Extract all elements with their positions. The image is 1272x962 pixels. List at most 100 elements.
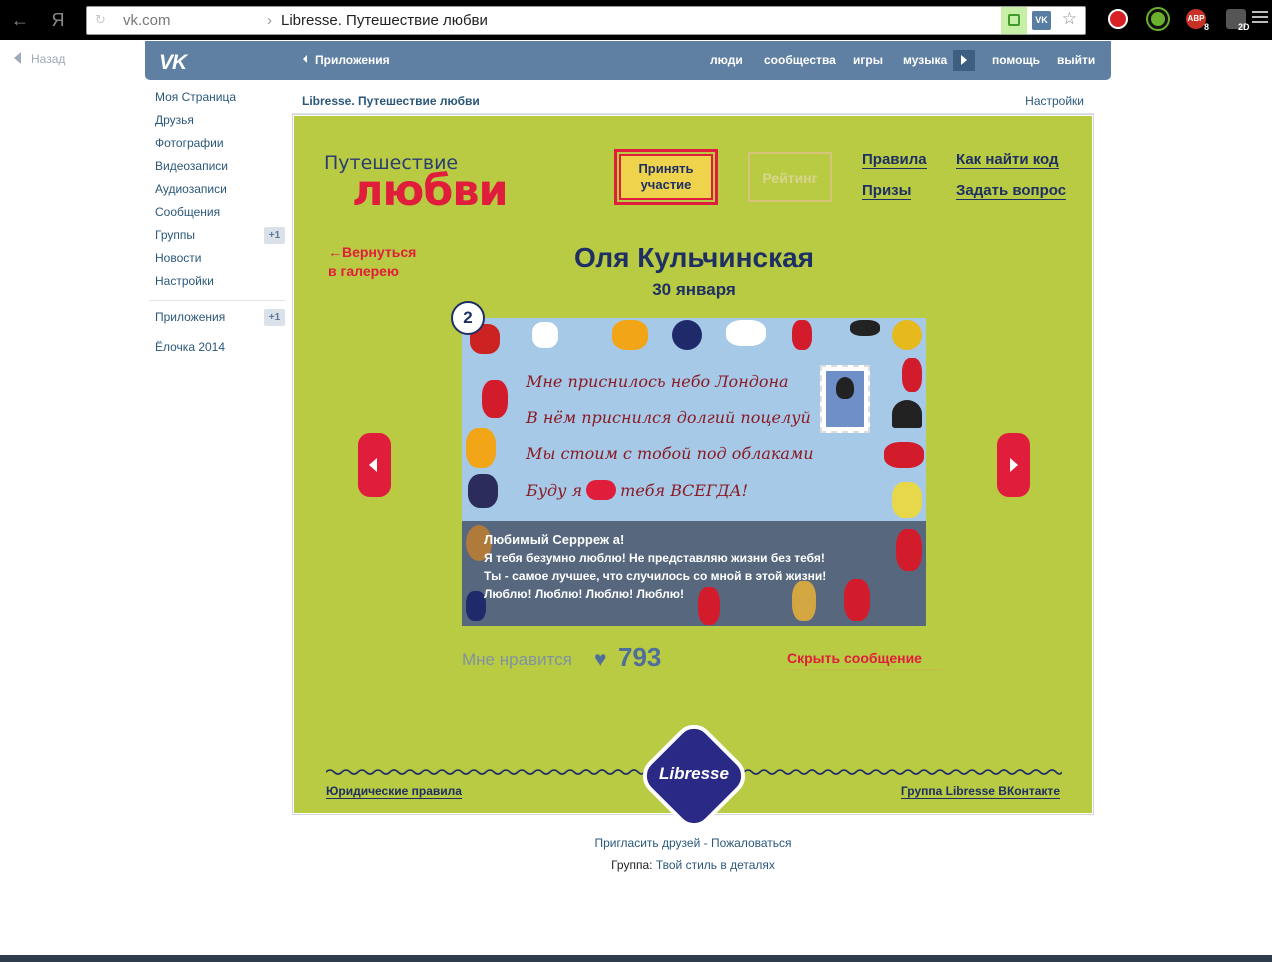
nav-communities[interactable]: сообщества: [764, 53, 836, 67]
rules-link[interactable]: Правила: [862, 151, 927, 169]
menu-photos[interactable]: Фотографии: [155, 135, 285, 158]
adblock-extension-icon[interactable]: ABP: [1186, 9, 1206, 29]
menu-audio[interactable]: Аудиозаписи: [155, 181, 285, 204]
nav-logout[interactable]: выйти: [1057, 53, 1095, 67]
address-separator: ›: [267, 12, 272, 29]
yandex-button[interactable]: Я: [46, 8, 70, 32]
message-line-2: Ты - самое лучшее, что случилось со мной…: [484, 569, 827, 583]
message-overlay: Любимый Серрреж а! Я тебя безумно люблю!…: [462, 521, 926, 626]
poem-line-1: Мне приснилось небо Лондона: [526, 372, 789, 391]
hide-message-link[interactable]: Скрыть сообщение: [787, 650, 942, 670]
group-name-link[interactable]: Твой стиль в деталях: [656, 858, 775, 872]
complain-link[interactable]: Пожаловаться: [711, 836, 792, 850]
app-settings-link[interactable]: Настройки: [1025, 94, 1084, 108]
like-heart-icon[interactable]: ♥: [594, 648, 606, 672]
logo-bottom-text: любви: [352, 166, 509, 216]
back-arrow-icon: [14, 52, 21, 64]
menu-app-elochka[interactable]: Ёлочка 2014: [155, 339, 285, 362]
teacup-doodle: [532, 322, 558, 348]
poem-line-4-end: тебя ВСЕГДА!: [620, 481, 749, 500]
vk-logo[interactable]: VK: [159, 51, 187, 75]
nav-people[interactable]: люди: [710, 53, 743, 67]
heart-icon: [586, 480, 617, 500]
cloud-doodle: [726, 320, 766, 346]
bookmark-star-icon[interactable]: ☆: [1062, 9, 1077, 29]
map-doodle: [792, 320, 812, 350]
menu-groups[interactable]: Группы +1: [155, 227, 285, 250]
prev-card-button[interactable]: [358, 433, 391, 497]
boot-doodle: [892, 482, 922, 518]
nav-help[interactable]: помощь: [992, 53, 1040, 67]
helmet-doodle: [792, 581, 816, 621]
bag-doodle: [612, 320, 648, 350]
browser-menu-icon[interactable]: [1252, 11, 1268, 27]
menu-news[interactable]: Новости: [155, 250, 285, 273]
menu-friends[interactable]: Друзья: [155, 112, 285, 135]
browser-toolbar: ← Я ↻ vk.com › Libresse. Путешествие люб…: [0, 0, 1272, 40]
ask-question-link[interactable]: Задать вопрос: [956, 182, 1067, 200]
back-link[interactable]: Назад: [14, 52, 65, 66]
bus-doodle: [896, 529, 922, 571]
menu-messages[interactable]: Сообщения: [155, 204, 285, 227]
menu-apps[interactable]: Приложения +1: [155, 309, 285, 332]
coat-doodle: [466, 428, 496, 468]
phonebox-doodle: [884, 442, 924, 468]
browser-back-button[interactable]: ←: [8, 8, 32, 32]
stop-extension-icon[interactable]: [1108, 9, 1128, 29]
page-footer-group: Группа: Твой стиль в деталях: [292, 858, 1094, 872]
sun-doodle: [892, 320, 922, 350]
find-code-link[interactable]: Как найти код: [956, 151, 1059, 169]
header-apps-label: Приложения: [315, 53, 390, 67]
page-footer-links: Пригласить друзей - Пожаловаться: [292, 836, 1094, 850]
address-domain: vk.com: [123, 12, 171, 29]
lock-icon[interactable]: [1001, 7, 1027, 34]
vk-extension-icon[interactable]: VK: [1032, 11, 1051, 30]
card-date: 30 января: [652, 280, 736, 299]
message-greeting: Любимый Серрреж а!: [484, 532, 625, 547]
nav-games[interactable]: игры: [853, 53, 883, 67]
participant-name: Оля Кульчинская: [573, 242, 815, 273]
app-frame: Путешествие любви Принять участие Рейтин…: [292, 114, 1094, 836]
umbrella-doodle: [482, 380, 508, 418]
menu-my-page[interactable]: Моя Страница: [155, 89, 285, 112]
menu-apps-label: Приложения: [155, 310, 226, 324]
apps-badge: +1: [264, 309, 285, 326]
eye-extension-icon[interactable]: [1148, 9, 1168, 29]
poem-line-4: Буду я тебя ВСЕГДА!: [526, 480, 826, 500]
app-header: Libresse. Путешествие любви Настройки: [292, 89, 1094, 114]
nav-music[interactable]: музыка: [903, 53, 947, 67]
menu-settings[interactable]: Настройки: [155, 273, 285, 296]
pipe-doodle: [902, 358, 922, 392]
like-count: 793: [618, 642, 662, 672]
footer-dash: -: [700, 836, 711, 850]
poem-line-2: В нём приснился долгий поцелуй: [526, 408, 811, 427]
apps-arrow-icon: [303, 55, 307, 63]
header-apps-link[interactable]: Приложения: [303, 53, 390, 67]
address-bar[interactable]: ↻ vk.com › Libresse. Путешествие любви V…: [86, 6, 1086, 35]
legal-rules-link[interactable]: Юридические правила: [326, 784, 462, 799]
app-title[interactable]: Libresse. Путешествие любви: [302, 94, 480, 108]
taxi-doodle: [850, 320, 880, 336]
take-part-button[interactable]: Принять участие: [614, 149, 718, 205]
rating-button[interactable]: Рейтинг: [748, 152, 832, 202]
next-card-button[interactable]: [997, 433, 1030, 497]
back-to-gallery-link[interactable]: ←Вернуться в галерею: [328, 243, 428, 281]
libresse-group-link[interactable]: Группа Libresse ВКонтакте: [900, 784, 1060, 799]
welly-doodle: [698, 587, 720, 625]
poem-line-3: Мы стоим с тобой под облаками: [526, 444, 814, 463]
guard-stamp-image: [820, 365, 870, 433]
wave-divider-right: [744, 769, 1062, 775]
address-page-title: Libresse. Путешествие любви: [281, 12, 488, 29]
menu-videos[interactable]: Видеозаписи: [155, 158, 285, 181]
menu-divider: [149, 300, 285, 301]
invite-friends-link[interactable]: Пригласить друзей: [594, 836, 700, 850]
phonebox2-doodle: [844, 579, 870, 621]
music-play-icon[interactable]: [953, 50, 975, 71]
postcard-image: Мне приснилось небо Лондона В нём присни…: [462, 318, 926, 626]
reload-icon[interactable]: ↻: [95, 12, 111, 28]
libresse-logo-text: Libresse: [659, 764, 729, 783]
prizes-link[interactable]: Призы: [862, 182, 912, 200]
groups-badge: +1: [264, 227, 285, 244]
app-canvas: Путешествие любви Принять участие Рейтин…: [294, 116, 1092, 836]
like-label[interactable]: Мне нравится: [462, 650, 572, 670]
